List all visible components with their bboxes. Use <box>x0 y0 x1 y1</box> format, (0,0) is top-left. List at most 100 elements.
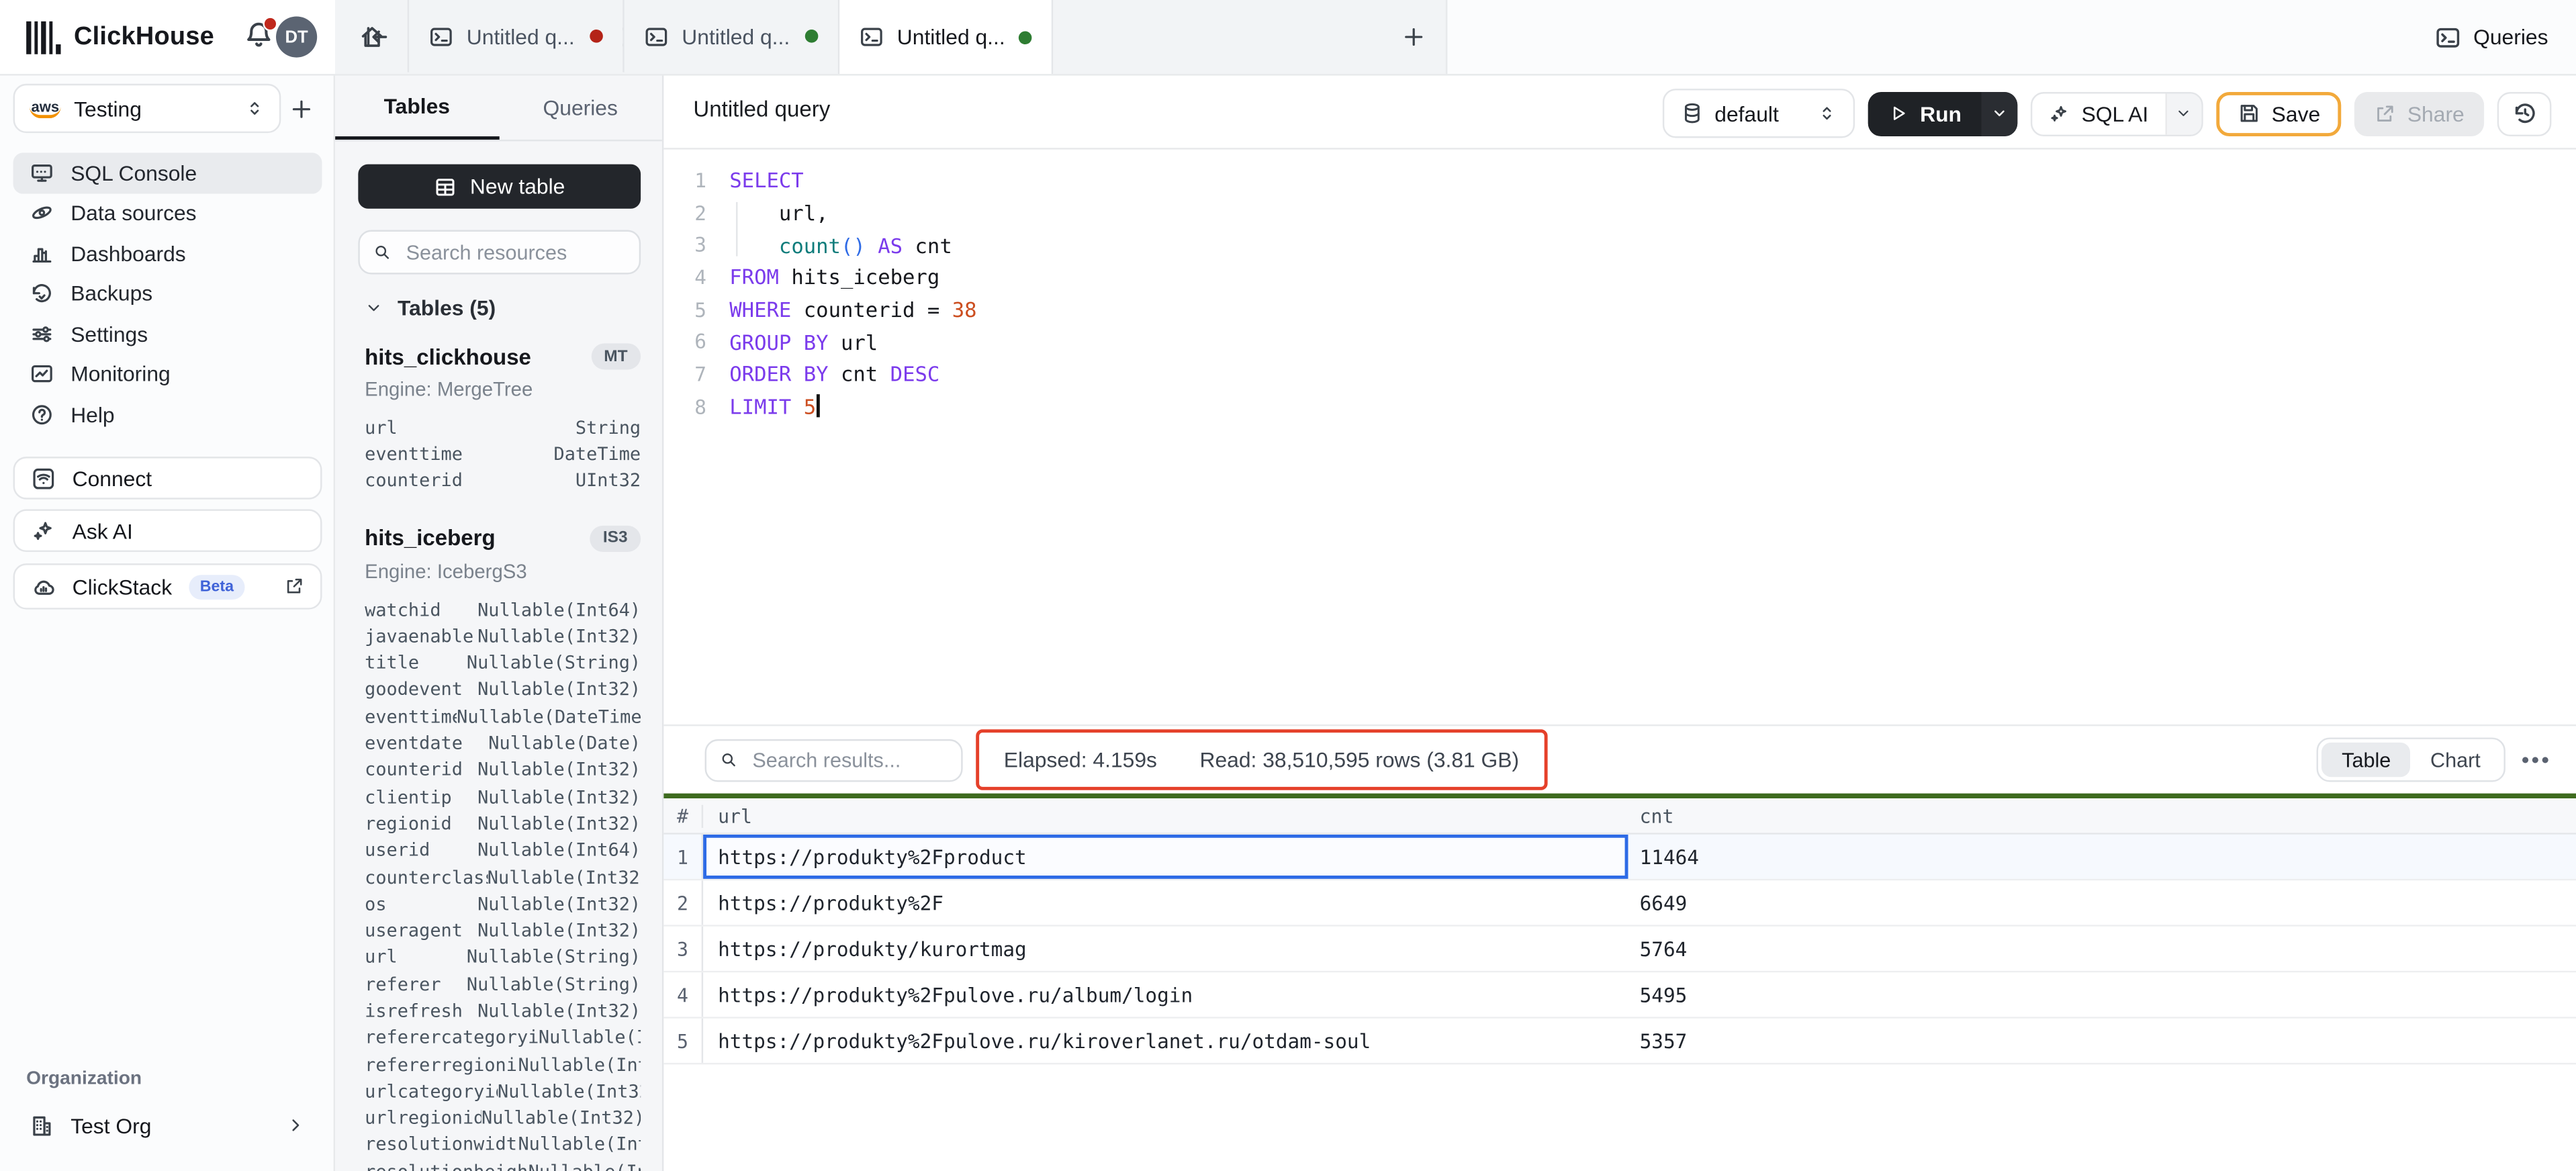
code-text: ORDER BY cnt DESC <box>729 362 939 387</box>
query-history-button[interactable] <box>2497 91 2552 136</box>
code-line[interactable]: 7ORDER BY cnt DESC <box>663 359 2576 391</box>
monitoring-chart-icon <box>30 362 54 387</box>
result-row[interactable]: 2https://produkty%2F6649 <box>663 880 2576 927</box>
search-results[interactable] <box>705 739 963 782</box>
code-line[interactable]: 8LIMIT 5 <box>663 391 2576 423</box>
run-button[interactable]: Run <box>1868 91 1981 136</box>
result-row[interactable]: 3https://produkty/kurortmag5764 <box>663 927 2576 973</box>
home-button[interactable] <box>335 0 408 73</box>
avatar[interactable]: DT <box>276 16 317 57</box>
terminal-icon <box>2436 24 2462 50</box>
editor-database-selector[interactable]: default <box>1662 89 1854 138</box>
url-cell[interactable]: https://produkty%2Fpulove.ru/album/login <box>703 972 1628 1017</box>
sidebar-item-settings[interactable]: Settings <box>13 314 322 354</box>
column-name: url <box>365 947 398 968</box>
query-tabs: Untitled q...Untitled q...Untitled q... <box>408 0 1053 74</box>
cnt-cell[interactable]: 6649 <box>1628 880 2576 925</box>
row-index: 4 <box>663 972 703 1017</box>
line-number: 4 <box>663 266 706 289</box>
table-name: hits_clickhouse <box>365 344 591 369</box>
code-line[interactable]: 3 count() AS cnt <box>663 229 2576 261</box>
clickstack-button[interactable]: ClickStack Beta <box>13 563 322 610</box>
text-cursor <box>817 395 819 418</box>
sql-ai-options-button[interactable] <box>2165 93 2201 134</box>
sidebar-item-sql-console[interactable]: SQL Console <box>13 153 322 193</box>
code-line[interactable]: 1SELECT <box>663 165 2576 197</box>
connect-button[interactable]: Connect <box>13 457 322 500</box>
table-entry[interactable]: hits_iceberg IS3 Engine: IcebergS3 watch… <box>365 526 641 1171</box>
select-chevrons-icon <box>1816 103 1836 123</box>
cnt-cell[interactable]: 11464 <box>1628 835 2576 879</box>
query-history-icon <box>2511 100 2537 126</box>
column-header-cnt[interactable]: cnt <box>1628 804 2576 827</box>
organization-selector[interactable]: Test Org <box>13 1104 322 1147</box>
column-header-index[interactable]: # <box>663 804 703 827</box>
result-row[interactable]: 5https://produkty%2Fpulove.ru/kiroverlan… <box>663 1019 2576 1065</box>
terminal-icon <box>644 24 669 48</box>
url-cell[interactable]: https://produkty%2Fproduct <box>703 835 1628 879</box>
search-resources-input[interactable] <box>403 239 626 265</box>
sidebar: aws Testing SQL Console Data sou <box>0 74 335 1171</box>
column-header-url[interactable]: url <box>703 804 1628 827</box>
row-index: 3 <box>663 927 703 971</box>
search-results-input[interactable] <box>749 747 948 773</box>
sidebar-item-data-sources[interactable]: Data sources <box>13 193 322 233</box>
result-row[interactable]: 4https://produkty%2Fpulove.ru/album/logi… <box>663 972 2576 1019</box>
code-text: GROUP BY url <box>729 330 878 355</box>
sidebar-item-backups[interactable]: Backups <box>13 273 322 314</box>
database-icon <box>1680 102 1703 125</box>
code-line[interactable]: 5WHERE counterid = 38 <box>663 293 2576 326</box>
cnt-cell[interactable]: 5357 <box>1628 1019 2576 1063</box>
cnt-cell[interactable]: 5764 <box>1628 927 2576 971</box>
sidebar-item-help[interactable]: Help <box>13 394 322 434</box>
code-line[interactable]: 2 url, <box>663 197 2576 229</box>
sql-ai-button[interactable]: SQL AI <box>2032 93 2164 134</box>
url-cell[interactable]: https://produkty%2Fpulove.ru/kiroverlane… <box>703 1019 1628 1063</box>
url-cell[interactable]: https://produkty/kurortmag <box>703 927 1628 971</box>
run-options-button[interactable] <box>1981 91 2017 136</box>
table-engine-badge: MT <box>591 343 641 369</box>
column-type: Nullable(Int <box>518 1134 641 1156</box>
queries-top-button[interactable]: Queries <box>2436 15 2548 59</box>
new-tab-button[interactable] <box>1382 0 1446 73</box>
table-entry[interactable]: hits_clickhouse MT Engine: MergeTree url… <box>365 343 641 494</box>
cnt-cell[interactable]: 5495 <box>1628 972 2576 1017</box>
ask-ai-button[interactable]: Ask AI <box>13 509 322 552</box>
result-row[interactable]: 1https://produkty%2Fproduct11464 <box>663 835 2576 881</box>
workspace-selector[interactable]: aws Testing <box>13 84 281 133</box>
search-resources[interactable] <box>358 230 641 275</box>
column-name: regionid <box>365 813 452 835</box>
query-title[interactable]: Untitled query <box>693 97 830 122</box>
sql-editor[interactable]: 1SELECT2 url,3 count() AS cnt4FROM hits_… <box>663 148 2576 724</box>
url-cell[interactable]: https://produkty%2F <box>703 880 1628 925</box>
tab-tables[interactable]: Tables <box>335 74 498 140</box>
code-line[interactable]: 4FROM hits_iceberg <box>663 261 2576 293</box>
tab-queries[interactable]: Queries <box>499 74 662 140</box>
sidebar-item-monitoring[interactable]: Monitoring <box>13 354 322 394</box>
query-tab-1[interactable]: Untitled q... <box>408 0 623 73</box>
code-line[interactable]: 6GROUP BY url <box>663 326 2576 358</box>
new-table-button[interactable]: New table <box>358 165 641 209</box>
row-index: 1 <box>663 835 703 879</box>
notifications-button[interactable] <box>243 19 276 52</box>
save-button[interactable]: Save <box>2215 91 2342 136</box>
column-type: Nullable(Int32) <box>477 893 641 915</box>
table-engine: Engine: MergeTree <box>365 378 641 401</box>
column-name: url <box>365 417 398 438</box>
tables-group-header[interactable]: Tables (5) <box>365 295 496 320</box>
view-chart-segment[interactable]: Chart <box>2411 743 2501 777</box>
column-type: Nullable(String) <box>467 947 641 968</box>
query-tab-2[interactable]: Untitled q... <box>623 0 837 73</box>
column-type: Nullable(DateTime6 <box>457 706 641 727</box>
table-columns: urlStringeventtimeDateTimecounteridUInt3… <box>365 414 641 495</box>
column-row: url Nullable(String) <box>365 944 641 971</box>
add-service-button[interactable] <box>284 87 317 130</box>
column-name: counterid <box>365 759 463 781</box>
results-more-button[interactable]: ••• <box>2522 747 2551 772</box>
view-table-segment[interactable]: Table <box>2322 743 2411 777</box>
share-button[interactable]: Share <box>2355 91 2485 136</box>
sidebar-item-dashboards[interactable]: Dashboards <box>13 233 322 273</box>
bar-chart-icon <box>30 241 54 266</box>
column-type: Nullable(In <box>528 1161 641 1171</box>
query-tab-3[interactable]: Untitled q... <box>838 0 1053 74</box>
